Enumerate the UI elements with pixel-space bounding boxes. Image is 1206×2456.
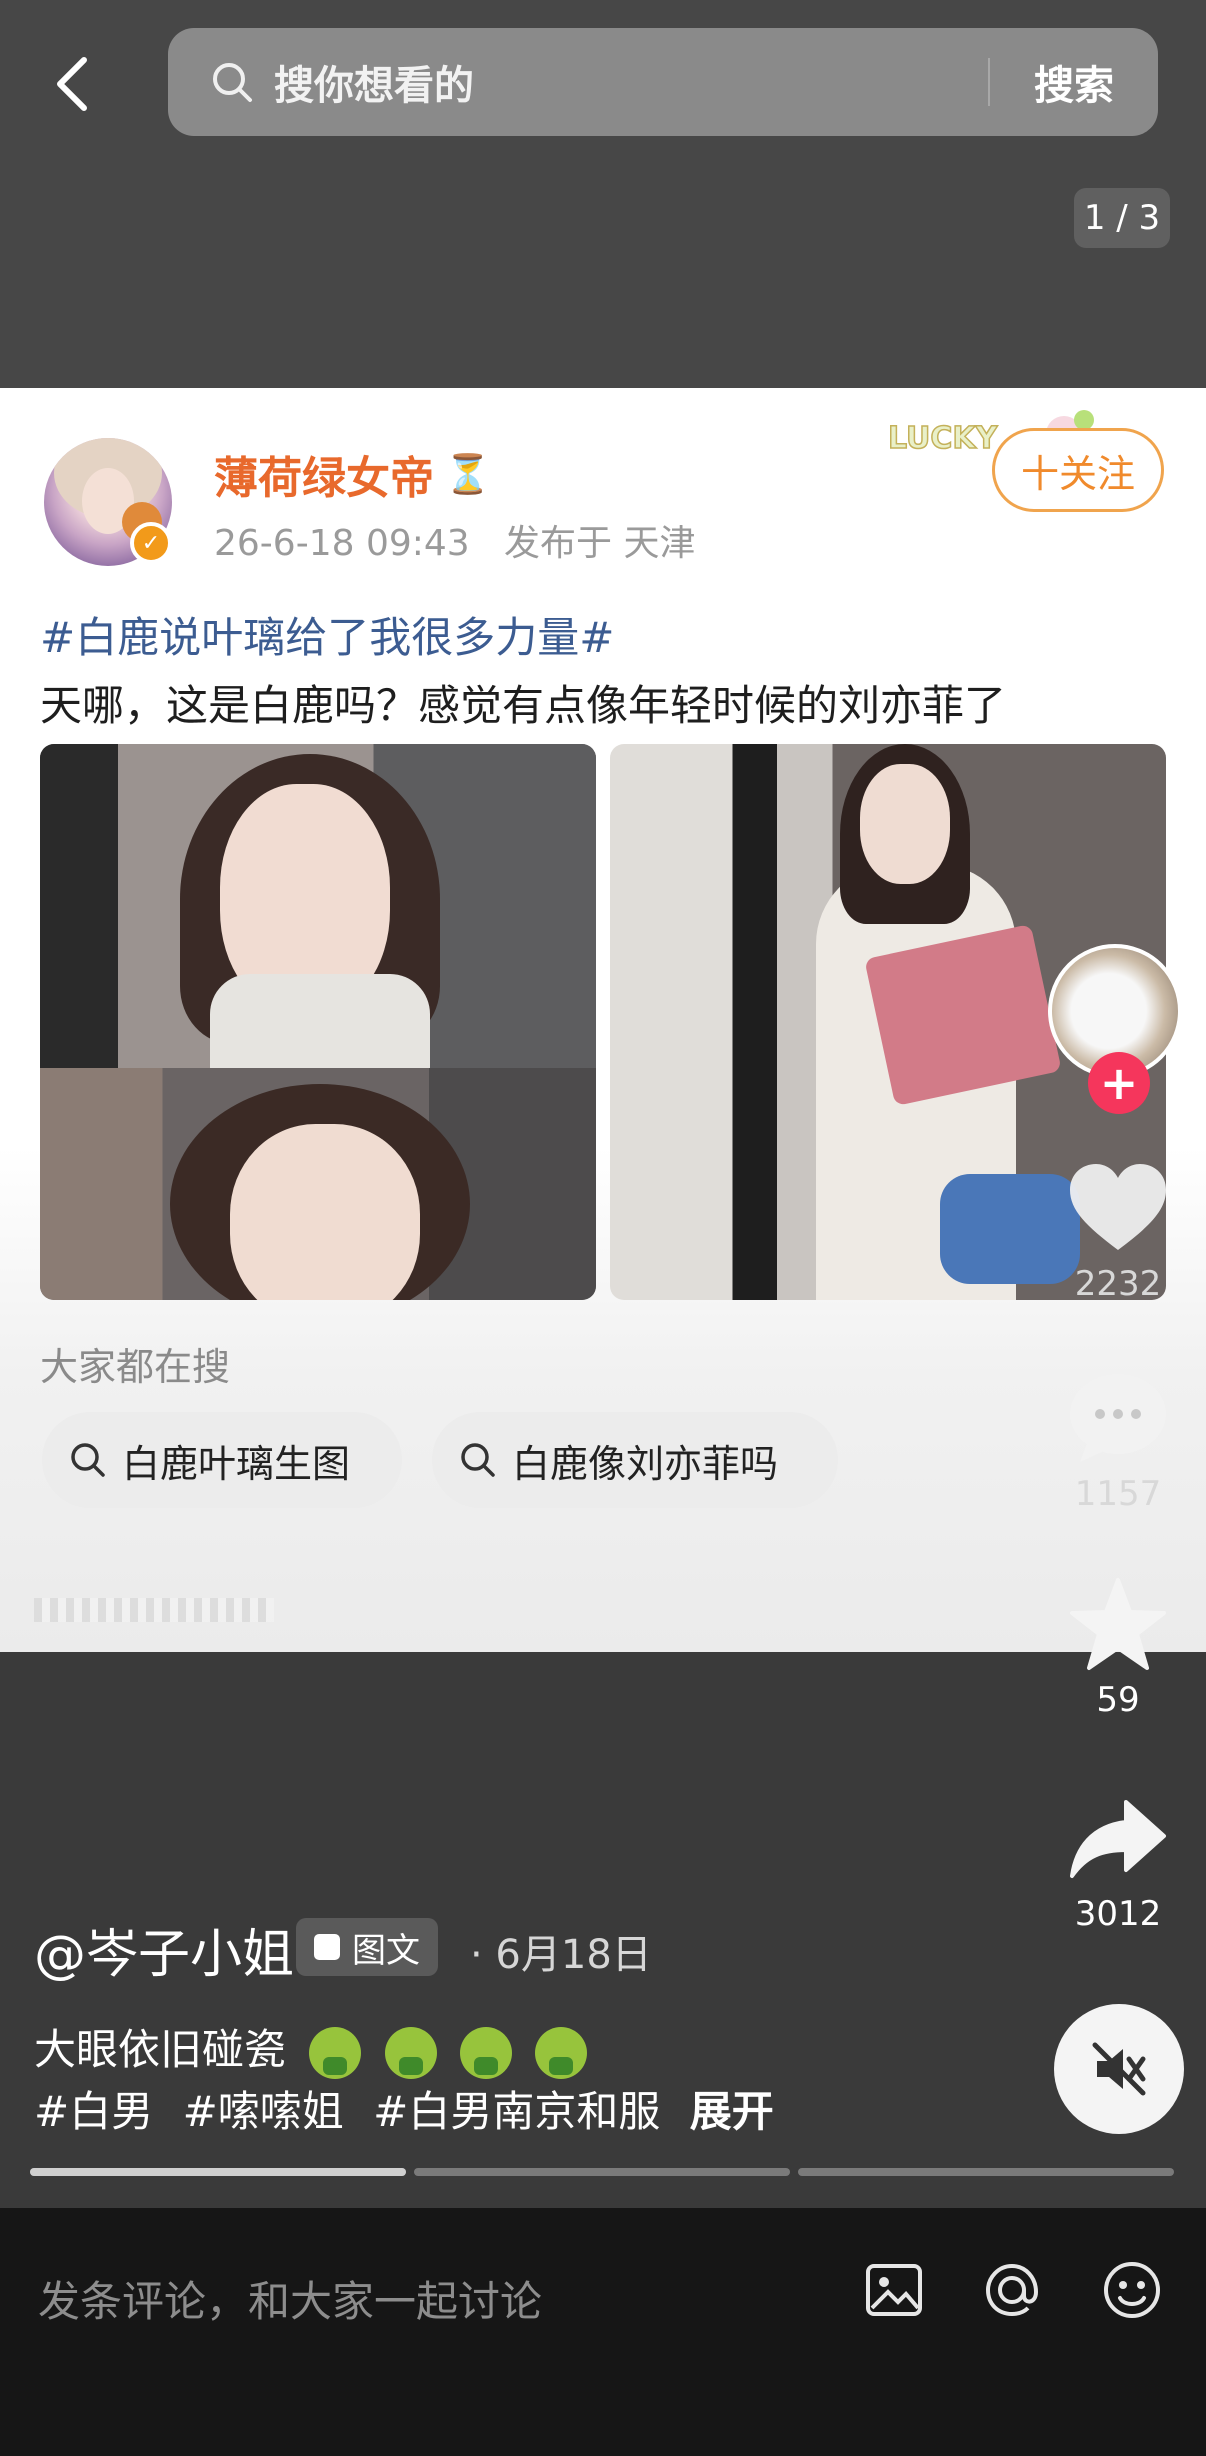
comment-icon[interactable] (1066, 1370, 1170, 1466)
note-caption-row: 大眼依旧碰瓷 (34, 2016, 588, 2079)
note-username[interactable]: @岑子小姐 (34, 1912, 294, 1987)
mute-icon (1092, 2042, 1146, 2096)
comment-input[interactable]: 发条评论，和大家一起讨论 (38, 2268, 542, 2329)
heart-icon[interactable] (1066, 1160, 1170, 1256)
note-caption: 大眼依旧碰瓷 (34, 2025, 287, 2074)
image-icon[interactable] (862, 2258, 926, 2322)
at-icon[interactable] (980, 2258, 1044, 2322)
favorite-action[interactable]: 59 (1060, 1576, 1176, 1720)
mute-button[interactable] (1054, 2004, 1184, 2134)
search-bar[interactable]: 搜你想看的 搜索 (168, 28, 1158, 136)
related-search-label: 大家都在搜 (40, 1345, 231, 1389)
note-tag[interactable]: #嗦嗦姐 (183, 2087, 344, 2136)
progress-segment (798, 2168, 1174, 2176)
lucky-sticker-text: LUCKY (888, 421, 999, 456)
page-indicator: 1 / 3 (1074, 188, 1170, 248)
progress-segment (30, 2168, 406, 2176)
vomit-emoji-icon (535, 2026, 588, 2079)
like-action[interactable]: 2232 (1060, 1160, 1176, 1304)
vomit-emoji-icon (384, 2026, 437, 2079)
comment-bar: 发条评论，和大家一起讨论 (0, 2208, 1206, 2456)
like-count: 2232 (1074, 1264, 1162, 1304)
author-name-row[interactable]: 薄荷绿女帝 ⏳ (214, 442, 491, 506)
star-icon[interactable] (1068, 1576, 1168, 1672)
blurred-text (34, 1598, 274, 1622)
post-meta: 26-6-18 09:43 发布于 天津 (214, 514, 696, 566)
author-name[interactable]: 薄荷绿女帝 (214, 442, 434, 506)
image-type-icon (314, 1934, 340, 1960)
search-input[interactable]: 搜你想看的 (274, 53, 988, 111)
post-card[interactable]: ✓ 薄荷绿女帝 ⏳ 26-6-18 09:43 发布于 天津 LUCKY 十关注… (0, 388, 1206, 1652)
share-count: 3012 (1074, 1894, 1162, 1934)
related-search-chip[interactable]: 白鹿像刘亦菲吗 (432, 1412, 838, 1508)
emoji-icon[interactable] (1100, 2258, 1164, 2322)
back-icon (57, 57, 87, 111)
search-icon (213, 63, 252, 102)
search-button[interactable]: 搜索 (990, 53, 1158, 111)
search-icon (461, 1443, 495, 1477)
expand-link[interactable]: 展开 (690, 2087, 774, 2136)
share-icon[interactable] (1068, 1796, 1168, 1886)
post-body: 天哪，这是白鹿吗？感觉有点像年轻时候的刘亦菲了 (40, 681, 1007, 730)
note-tag[interactable]: #白男 (34, 2087, 153, 2136)
progress-segment (414, 2168, 790, 2176)
progress-fill (30, 2168, 406, 2176)
comment-action[interactable]: 1157 (1060, 1370, 1176, 1514)
related-search-text: 白鹿叶璃生图 (122, 1441, 351, 1486)
post-timestamp: 26-6-18 09:43 (214, 523, 470, 564)
vomit-emoji-icon (460, 2026, 513, 2079)
related-search-chip[interactable]: 白鹿叶璃生图 (42, 1412, 402, 1508)
vomit-emoji-icon (309, 2026, 362, 2079)
follow-plus-button[interactable]: + (1088, 1052, 1150, 1114)
verified-icon: ✓ (130, 522, 172, 564)
search-icon (71, 1443, 105, 1477)
comment-count: 1157 (1074, 1474, 1162, 1514)
note-type-label: 图文 (352, 1930, 420, 1971)
note-tag[interactable]: #白男南京和服 (373, 2087, 660, 2136)
note-type-tag: 图文 (296, 1918, 438, 1976)
related-search-text: 白鹿像刘亦菲吗 (512, 1441, 779, 1486)
note-tags: #白男 #嗦嗦姐 #白男南京和服 展开 (34, 2078, 790, 2139)
post-image-1[interactable] (40, 744, 596, 1300)
follow-button[interactable]: 十关注 (992, 428, 1164, 512)
hourglass-icon: ⏳ (444, 451, 492, 496)
favorite-count: 59 (1096, 1680, 1140, 1720)
post-location: 发布于 天津 (504, 523, 696, 564)
back-button[interactable] (42, 48, 102, 120)
share-action[interactable]: 3012 (1060, 1796, 1176, 1934)
hashtag-topic[interactable]: #白鹿说叶璃给了我很多力量# (40, 604, 614, 665)
note-date: · 6月18日 (470, 1932, 652, 1978)
